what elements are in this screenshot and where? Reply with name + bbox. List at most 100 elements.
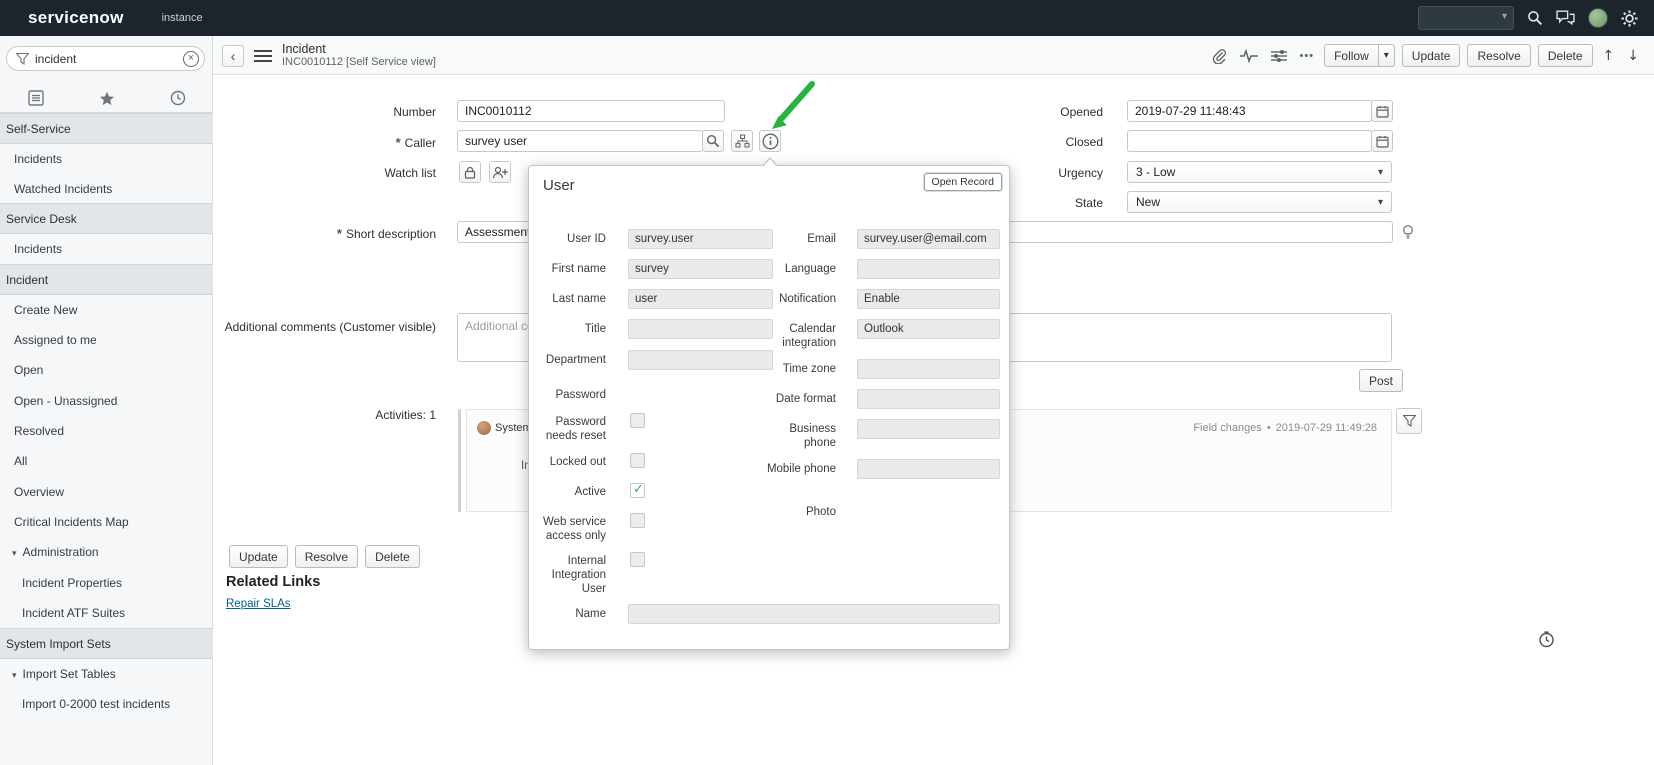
closed-label: Closed: [1065, 135, 1103, 149]
business-phone-field: [857, 419, 1000, 439]
web-service-access-only-checkbox[interactable]: [630, 513, 645, 528]
servicenow-logo[interactable]: servicenow: [28, 8, 124, 28]
history-clock-icon[interactable]: [170, 90, 186, 106]
favorites-star-icon[interactable]: [99, 91, 115, 106]
user-avatar[interactable]: [1588, 8, 1608, 28]
sidebar-item-incidents-2[interactable]: Incidents: [0, 234, 213, 264]
calendar-icon: [1375, 105, 1389, 118]
navigator-search-input[interactable]: [35, 51, 183, 66]
resolve-button-bottom[interactable]: Resolve: [294, 545, 359, 568]
opened-label: Opened: [1060, 105, 1103, 119]
previous-record-arrow-icon[interactable]: ↑: [1600, 48, 1618, 64]
calendar-icon: [1375, 135, 1389, 148]
caret-down-icon: ▾: [12, 671, 17, 681]
sidebar-item-watched-incidents[interactable]: Watched Incidents: [0, 174, 213, 204]
more-options-icon[interactable]: •••: [1300, 50, 1315, 62]
notification-label: Notification: [779, 293, 836, 305]
sidebar-item-overview[interactable]: Overview: [0, 477, 213, 507]
locked-out-checkbox[interactable]: [630, 453, 645, 468]
sidebar-expander-administration[interactable]: ▾ Administration: [0, 537, 213, 567]
active-checkbox[interactable]: [630, 482, 645, 498]
repair-slas-link[interactable]: Repair SLAs: [226, 598, 291, 610]
sidebar-item-assigned-to-me[interactable]: Assigned to me: [0, 325, 213, 355]
sidebar-section-incident[interactable]: Incident: [0, 264, 213, 295]
first-name-label: First name: [551, 263, 606, 275]
record-table-name: Incident: [282, 42, 326, 56]
state-select[interactable]: New ▾: [1127, 191, 1392, 213]
next-record-arrow-icon[interactable]: ↓: [1624, 48, 1642, 64]
closed-field[interactable]: [1127, 130, 1372, 152]
time-zone-label: Time zone: [782, 363, 836, 375]
sidebar-expander-import-set-tables[interactable]: ▾ Import Set Tables: [0, 659, 213, 689]
settings-gear-icon[interactable]: [1621, 9, 1638, 27]
sidebar-item-open[interactable]: Open: [0, 355, 213, 385]
number-field[interactable]: [457, 100, 725, 122]
sidebar-item-all[interactable]: All: [0, 446, 213, 476]
open-record-button[interactable]: Open Record: [923, 173, 1002, 191]
record-title: Incident INC0010112 [Self Service view]: [282, 42, 436, 69]
form-context-menu-icon[interactable]: [254, 49, 272, 63]
record-header: ‹ Incident INC0010112 [Self Service view…: [213, 36, 1654, 75]
delete-button-bottom[interactable]: Delete: [365, 545, 420, 568]
user-id-field: survey.user: [628, 229, 773, 249]
post-button[interactable]: Post: [1359, 369, 1404, 392]
attachment-paperclip-icon[interactable]: [1211, 48, 1227, 64]
department-field: [628, 350, 773, 370]
watch-list-lock-button[interactable]: [459, 161, 481, 183]
caret-down-icon: ▾: [1377, 196, 1383, 208]
back-button[interactable]: ‹: [222, 44, 244, 67]
sidebar-section-service-desk[interactable]: Service Desk: [0, 203, 213, 234]
opened-field[interactable]: [1127, 100, 1372, 122]
author-avatar: [477, 421, 491, 435]
internal-integration-user-checkbox[interactable]: [630, 552, 645, 567]
sidebar-item-incident-properties[interactable]: Incident Properties: [0, 568, 213, 598]
connect-chat-icon[interactable]: [1556, 10, 1575, 26]
update-button-bottom[interactable]: Update: [229, 545, 288, 568]
sidebar-item-incidents[interactable]: Incidents: [0, 144, 213, 174]
delete-button[interactable]: Delete: [1537, 44, 1593, 67]
state-label: State: [1074, 196, 1103, 210]
caller-field[interactable]: [457, 130, 703, 152]
knowledge-lightbulb-icon[interactable]: [1401, 224, 1415, 240]
sidebar-item-import-0-2000-test-incidents[interactable]: Import 0-2000 test incidents: [0, 689, 213, 719]
sidebar-item-critical-incidents-map[interactable]: Critical Incidents Map: [0, 507, 213, 537]
sidebar-section-self-service[interactable]: Self-Service: [0, 113, 213, 144]
resolve-button[interactable]: Resolve: [1467, 44, 1531, 67]
global-search-icon[interactable]: [1527, 10, 1543, 26]
personalize-form-icon[interactable]: [1270, 49, 1287, 63]
closed-calendar-button[interactable]: [1371, 130, 1393, 152]
sidebar-item-open-unassigned[interactable]: Open - Unassigned: [0, 386, 213, 416]
sidebar-section-system-import-sets[interactable]: System Import Sets: [0, 628, 213, 659]
sidebar-item-resolved[interactable]: Resolved: [0, 416, 213, 446]
activity-filter-button[interactable]: [1396, 408, 1422, 434]
record-header-left: ‹ Incident INC0010112 [Self Service view…: [222, 36, 436, 75]
lock-icon: [464, 166, 476, 179]
required-icon: *: [395, 135, 401, 150]
first-name-field: survey: [628, 259, 773, 279]
org-chart-icon: [735, 134, 749, 148]
sidebar-item-create-new[interactable]: Create New: [0, 295, 213, 325]
global-search-scope-select[interactable]: ▾: [1418, 6, 1514, 30]
name-field: [628, 604, 1000, 624]
caller-hierarchy-button[interactable]: [731, 130, 753, 152]
caller-lookup-button[interactable]: [702, 130, 724, 152]
urgency-select[interactable]: 3 - Low ▾: [1127, 161, 1392, 183]
opened-calendar-button[interactable]: [1371, 100, 1393, 122]
activity-type[interactable]: Field changes: [1193, 422, 1262, 434]
sidebar-item-incident-atf-suites[interactable]: Incident ATF Suites: [0, 598, 213, 628]
popup-title: User: [543, 177, 575, 194]
activity-stream-icon[interactable]: [1239, 48, 1258, 63]
follow-dropdown-icon[interactable]: ▾: [1378, 44, 1395, 67]
response-time-clock-icon[interactable]: [1538, 631, 1555, 651]
follow-button[interactable]: Follow: [1324, 44, 1379, 67]
bullet-icon: •: [1266, 422, 1271, 434]
all-applications-icon[interactable]: [27, 90, 44, 106]
update-button[interactable]: Update: [1401, 44, 1461, 67]
watch-list-add-me-button[interactable]: [489, 161, 511, 183]
password-needs-reset-checkbox[interactable]: [630, 413, 645, 428]
web-service-access-only-label: Web service access only: [542, 516, 606, 542]
caller-preview-info-button[interactable]: [759, 130, 781, 152]
caller-label: * Caller: [395, 135, 436, 150]
active-label: Active: [574, 486, 606, 498]
clear-search-icon[interactable]: ×: [183, 50, 199, 67]
